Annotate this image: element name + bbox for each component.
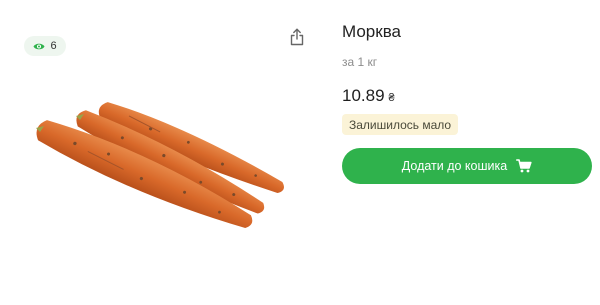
product-title: Морква xyxy=(342,22,401,41)
stock-status-badge: Залишилось мало xyxy=(342,114,459,135)
share-button[interactable] xyxy=(287,28,307,50)
price-value: 10.89 xyxy=(342,86,385,105)
eye-icon xyxy=(33,42,45,51)
carrots-image xyxy=(28,86,304,246)
price-currency: ₴ xyxy=(388,92,395,104)
add-to-cart-label: Додати до кошика xyxy=(401,159,508,173)
share-icon xyxy=(289,28,305,51)
product-price: 10.89 ₴ xyxy=(342,86,395,106)
cart-icon xyxy=(516,159,532,173)
add-to-cart-button[interactable]: Додати до кошика xyxy=(342,148,592,184)
product-unit: за 1 кг xyxy=(342,55,378,69)
views-badge: 6 xyxy=(24,36,66,56)
views-count: 6 xyxy=(50,40,57,52)
